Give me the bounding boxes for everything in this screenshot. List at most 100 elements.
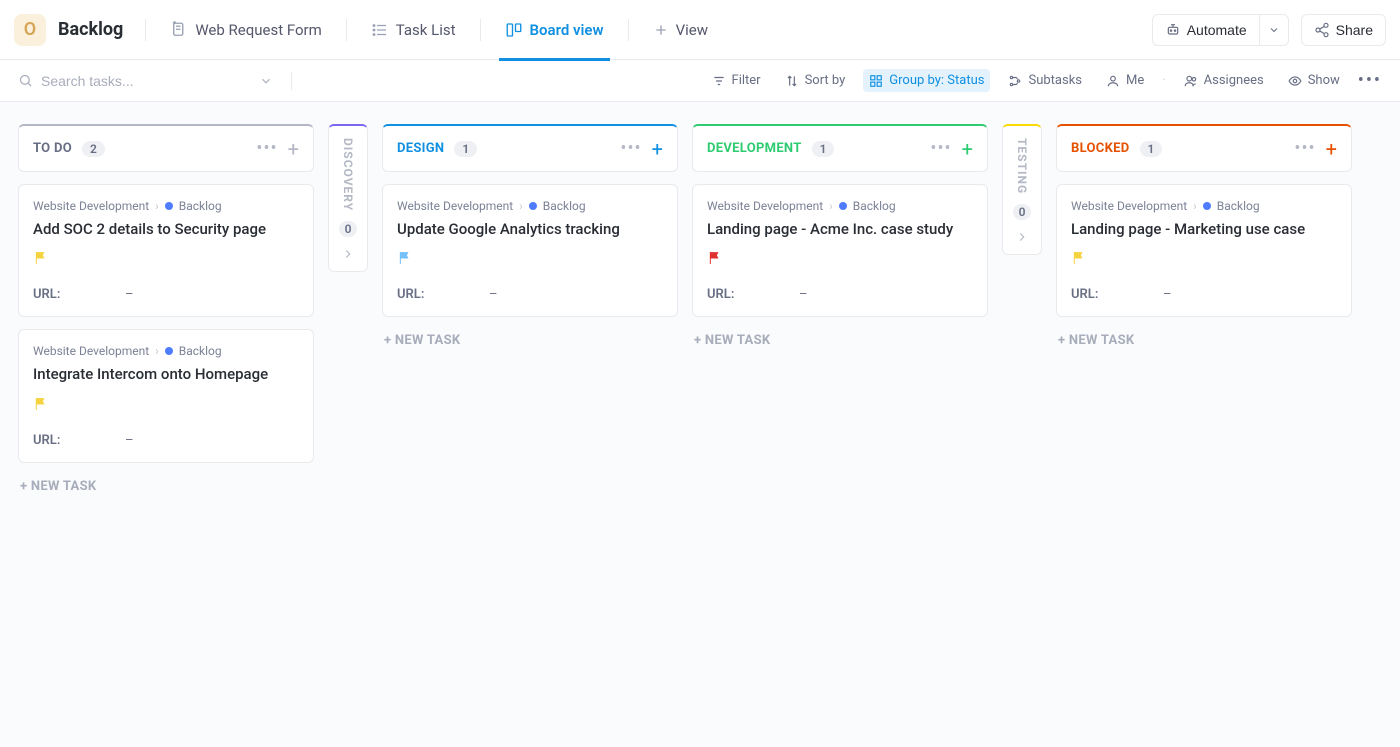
column-design: DESIGN 1 ••• + Website Development › Bac… bbox=[382, 124, 678, 352]
column-header: BLOCKED 1 ••• + bbox=[1056, 124, 1352, 172]
chevron-right-icon: › bbox=[519, 199, 523, 213]
tab-label: Task List bbox=[396, 21, 456, 39]
task-card[interactable]: Website Development › Backlog Landing pa… bbox=[692, 184, 988, 317]
flag-icon[interactable] bbox=[397, 249, 413, 267]
crumb-list[interactable]: Backlog bbox=[1217, 199, 1260, 213]
filter-icon bbox=[712, 74, 726, 88]
chevron-right-icon: › bbox=[1193, 199, 1197, 213]
crumb-project[interactable]: Website Development bbox=[397, 199, 513, 213]
crumb-project[interactable]: Website Development bbox=[33, 344, 149, 358]
crumb-list[interactable]: Backlog bbox=[179, 199, 222, 213]
url-label: URL: bbox=[33, 287, 85, 302]
crumb-list[interactable]: Backlog bbox=[853, 199, 896, 213]
more-options-button[interactable]: ••• bbox=[1358, 70, 1382, 91]
url-field: URL: – bbox=[1071, 287, 1337, 302]
show-label: Show bbox=[1308, 73, 1340, 88]
column-todo: TO DO 2 ••• + Website Development › Back… bbox=[18, 124, 314, 498]
me-label: Me bbox=[1126, 73, 1144, 88]
tab-label: Web Request Form bbox=[195, 21, 321, 39]
column-collapsed-testing[interactable]: TESTING 0 bbox=[1002, 124, 1042, 255]
column-more-button[interactable]: ••• bbox=[930, 138, 951, 159]
automate-button[interactable]: Automate bbox=[1152, 14, 1259, 46]
add-task-button[interactable]: + bbox=[1326, 139, 1337, 159]
separator bbox=[628, 19, 629, 41]
sort-button[interactable]: Sort by bbox=[779, 69, 852, 92]
url-label: URL: bbox=[1071, 287, 1123, 302]
column-header: TO DO 2 ••• + bbox=[18, 124, 314, 172]
column-count: 1 bbox=[1140, 141, 1163, 157]
crumb-project[interactable]: Website Development bbox=[707, 199, 823, 213]
subtasks-button[interactable]: Subtasks bbox=[1002, 69, 1088, 92]
tab-label: View bbox=[676, 21, 708, 39]
crumb-list[interactable]: Backlog bbox=[543, 199, 586, 213]
search-input[interactable] bbox=[41, 73, 211, 89]
add-task-button[interactable]: + bbox=[962, 139, 973, 159]
assignees-label: Assignees bbox=[1204, 73, 1264, 88]
automate-button-group: Automate bbox=[1152, 14, 1289, 46]
page-title: Backlog bbox=[58, 19, 123, 40]
task-title: Landing page - Acme Inc. case study bbox=[707, 219, 973, 239]
column-count: 0 bbox=[1013, 204, 1032, 220]
crumb-project[interactable]: Website Development bbox=[33, 199, 149, 213]
sort-label: Sort by bbox=[805, 73, 846, 88]
url-label: URL: bbox=[397, 287, 449, 302]
column-more-button[interactable]: ••• bbox=[620, 138, 641, 159]
flag-icon[interactable] bbox=[33, 249, 49, 267]
chevron-right-icon[interactable] bbox=[341, 247, 355, 261]
column-more-button[interactable]: ••• bbox=[1294, 138, 1315, 159]
column-more-button[interactable]: ••• bbox=[256, 138, 277, 159]
assignees-button[interactable]: Assignees bbox=[1178, 69, 1270, 92]
new-task-button[interactable]: + NEW TASK bbox=[18, 475, 314, 498]
new-task-button[interactable]: + NEW TASK bbox=[1056, 329, 1352, 352]
automate-dropdown[interactable] bbox=[1259, 14, 1289, 46]
task-card[interactable]: Website Development › Backlog Add SOC 2 … bbox=[18, 184, 314, 317]
eye-icon bbox=[1288, 74, 1302, 88]
share-icon bbox=[1314, 22, 1330, 38]
show-button[interactable]: Show bbox=[1282, 69, 1346, 92]
board-icon bbox=[505, 21, 523, 39]
add-task-button[interactable]: + bbox=[288, 139, 299, 159]
chevron-right-icon[interactable] bbox=[1015, 230, 1029, 244]
breadcrumb: Website Development › Backlog bbox=[397, 199, 663, 213]
tab-web-request-form[interactable]: Web Request Form bbox=[158, 0, 333, 60]
column-name: TESTING bbox=[1015, 138, 1029, 194]
filter-button[interactable]: Filter bbox=[706, 69, 767, 92]
url-value: – bbox=[1163, 287, 1172, 302]
header-bar: O Backlog Web Request Form Task List Boa… bbox=[0, 0, 1400, 60]
task-card[interactable]: Website Development › Backlog Integrate … bbox=[18, 329, 314, 462]
task-card[interactable]: Website Development › Backlog Landing pa… bbox=[1056, 184, 1352, 317]
toolbar: Filter Sort by Group by: Status Subtasks… bbox=[0, 60, 1400, 102]
search-icon bbox=[18, 73, 33, 88]
flag-icon[interactable] bbox=[707, 249, 723, 267]
users-icon bbox=[1184, 74, 1198, 88]
add-task-button[interactable]: + bbox=[652, 139, 663, 159]
tab-add-view[interactable]: View bbox=[641, 0, 720, 60]
new-task-button[interactable]: + NEW TASK bbox=[692, 329, 988, 352]
automate-label: Automate bbox=[1187, 22, 1247, 38]
crumb-list[interactable]: Backlog bbox=[179, 344, 222, 358]
flag-icon[interactable] bbox=[33, 395, 49, 413]
chevron-down-icon[interactable] bbox=[259, 74, 273, 88]
group-icon bbox=[869, 74, 883, 88]
app-icon: O bbox=[14, 14, 46, 46]
plus-icon bbox=[653, 22, 669, 38]
column-collapsed-discovery[interactable]: DISCOVERY 0 bbox=[328, 124, 368, 272]
separator: · bbox=[1162, 73, 1165, 88]
breadcrumb: Website Development › Backlog bbox=[33, 344, 299, 358]
url-label: URL: bbox=[707, 287, 759, 302]
group-by-button[interactable]: Group by: Status bbox=[863, 69, 990, 92]
flag-icon[interactable] bbox=[1071, 249, 1087, 267]
share-button[interactable]: Share bbox=[1301, 14, 1386, 46]
tab-board-view[interactable]: Board view bbox=[493, 0, 616, 60]
column-header: DESIGN 1 ••• + bbox=[382, 124, 678, 172]
filter-label: Filter bbox=[732, 73, 761, 88]
me-button[interactable]: Me bbox=[1100, 69, 1150, 92]
crumb-project[interactable]: Website Development bbox=[1071, 199, 1187, 213]
new-task-button[interactable]: + NEW TASK bbox=[382, 329, 678, 352]
list-dot-icon bbox=[529, 202, 537, 210]
list-dot-icon bbox=[165, 202, 173, 210]
tab-task-list[interactable]: Task List bbox=[359, 0, 468, 60]
task-card[interactable]: Website Development › Backlog Update Goo… bbox=[382, 184, 678, 317]
url-label: URL: bbox=[33, 433, 85, 448]
column-header: DEVELOPMENT 1 ••• + bbox=[692, 124, 988, 172]
